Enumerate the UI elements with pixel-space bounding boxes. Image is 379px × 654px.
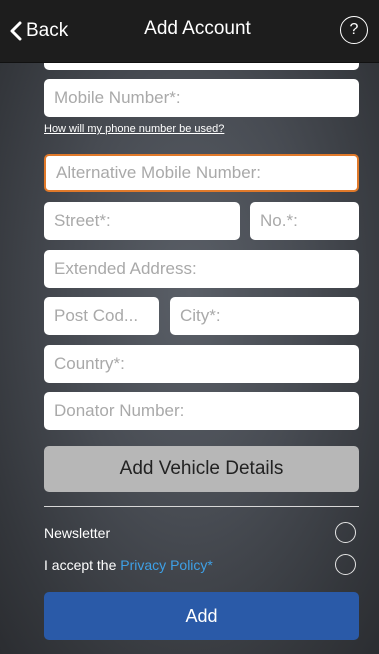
privacy-label: I accept the Privacy Policy*	[44, 557, 213, 573]
phone-usage-link[interactable]: How will my phone number be used?	[44, 123, 224, 135]
help-icon[interactable]: ?	[340, 16, 368, 44]
house-number-field[interactable]: No.*:	[250, 202, 359, 240]
alternative-mobile-field[interactable]: Alternative Mobile Number:	[44, 154, 359, 192]
city-field[interactable]: City*:	[170, 297, 359, 335]
add-button[interactable]: Add	[44, 592, 359, 640]
street-field[interactable]: Street*:	[44, 202, 240, 240]
top-bar: Back Add Account ?	[0, 0, 379, 63]
extended-address-field[interactable]: Extended Address:	[44, 250, 359, 288]
add-account-screen: Back Add Account ? Mobile Number*: How w…	[0, 0, 379, 654]
required-marker: *	[207, 557, 213, 573]
mobile-number-field[interactable]: Mobile Number*:	[44, 79, 359, 117]
privacy-policy-link[interactable]: Privacy Policy	[120, 557, 207, 573]
privacy-prefix: I accept the	[44, 557, 121, 573]
newsletter-radio[interactable]	[335, 522, 356, 543]
divider	[44, 506, 359, 507]
privacy-radio[interactable]	[335, 554, 356, 575]
country-field[interactable]: Country*:	[44, 345, 359, 383]
newsletter-label: Newsletter	[44, 525, 111, 541]
donator-number-field[interactable]: Donator Number:	[44, 392, 359, 430]
page-title: Add Account	[144, 18, 251, 39]
add-vehicle-details-button[interactable]: Add Vehicle Details	[44, 446, 359, 492]
postcode-field[interactable]: Post Cod...	[44, 297, 159, 335]
